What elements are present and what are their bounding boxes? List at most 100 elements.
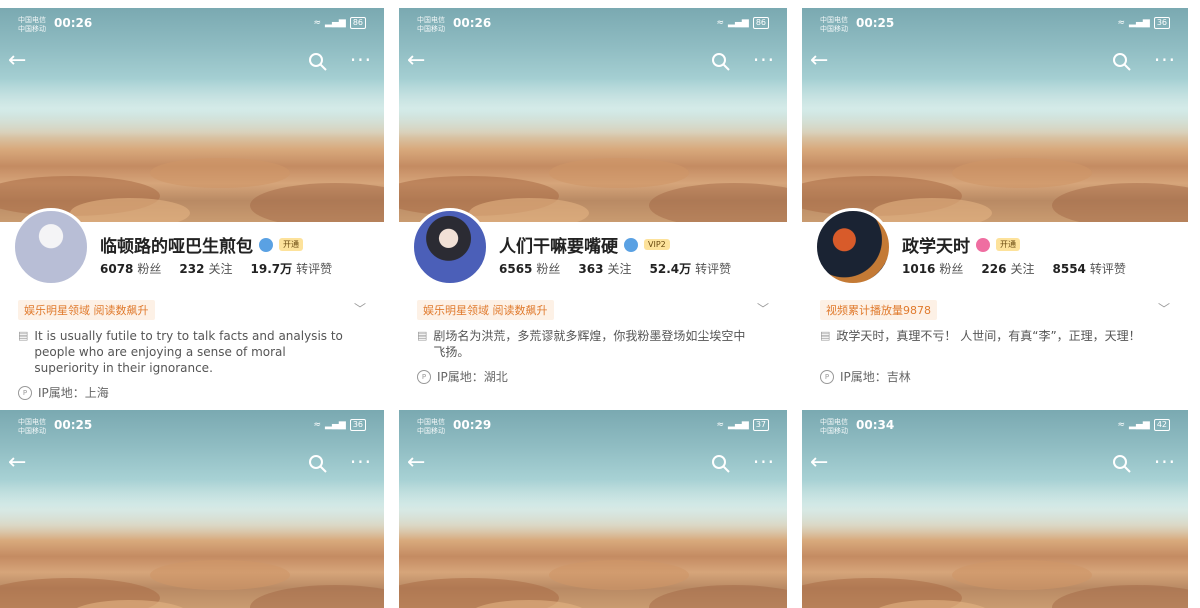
search-icon[interactable] [308, 454, 328, 474]
bio: ▤ 政学天时，真理不亏！ 人世间，有真“李”，正理，天理！ [820, 328, 1158, 344]
verified-icon [259, 237, 273, 252]
wifi-icon: ≈ [313, 420, 322, 430]
follow-stat[interactable]: 363 关注 [578, 260, 631, 277]
more-icon[interactable]: ··· [350, 450, 372, 474]
likes-stat[interactable]: 8554 转评赞 [1053, 260, 1126, 277]
system-icons: ≈ ▂▄▆ 36 [313, 419, 366, 431]
top-nav: ← ··· [802, 48, 1188, 78]
system-icons: ≈ ▂▄▆ 36 [1117, 17, 1170, 29]
back-arrow-icon[interactable]: ← [8, 452, 26, 474]
bio: ▤ It is usually futile to try to talk fac… [18, 328, 354, 376]
signal-icon: ▂▄▆ [325, 18, 346, 28]
top-nav: ← ··· [399, 450, 787, 480]
profile-name: 政学天时 [902, 237, 970, 257]
back-arrow-icon[interactable]: ← [810, 452, 828, 474]
avatar[interactable] [814, 208, 892, 286]
ip-location: P IP属地：吉林 [820, 368, 911, 385]
wifi-icon: ≈ [716, 420, 725, 430]
top-nav: ← ··· [399, 48, 787, 78]
system-icons: ≈ ▂▄▆ 37 [716, 419, 769, 431]
document-icon: ▤ [820, 329, 831, 342]
profile-screen-5: 中国电信 中国移动 00:29 ≈ ▂▄▆ 37 ← ··· [399, 410, 787, 608]
signal-icon: ▂▄▆ [1129, 420, 1150, 430]
vip-badge[interactable]: VIP2 [644, 239, 670, 250]
status-time: 00:26 [54, 16, 93, 30]
profile-screen-1: 中国电信 中国移动 00:26 ≈ ▂▄▆ 86 ← ··· 临顿路的哑巴生煎包 开通… [0, 8, 384, 406]
bio-text: It is usually futile to try to talk fact… [34, 329, 343, 375]
chevron-down-icon[interactable]: ﹀ [757, 300, 769, 317]
beach-banner [802, 8, 1188, 228]
back-arrow-icon[interactable]: ← [810, 50, 828, 72]
back-arrow-icon[interactable]: ← [407, 452, 425, 474]
location-icon: P [417, 369, 431, 384]
screenshot-grid: 中国电信 中国移动 00:26 ≈ ▂▄▆ 86 ← ··· 临顿路的哑巴生煎包 开通… [0, 0, 1200, 608]
more-icon[interactable]: ··· [753, 450, 775, 474]
chevron-down-icon[interactable]: ﹀ [354, 300, 366, 317]
back-arrow-icon[interactable]: ← [8, 50, 26, 72]
top-nav: ← ··· [0, 450, 384, 480]
signal-icon: ▂▄▆ [728, 18, 749, 28]
ip-location: P IP属地：上海 [18, 384, 109, 401]
profile-screen-2: 中国电信 中国移动 00:26 ≈ ▂▄▆ 86 ← ··· 人们干嘛要嘴硬 VIP2… [399, 8, 787, 406]
status-bar: 中国电信 中国移动 00:26 ≈ ▂▄▆ 86 [16, 14, 368, 36]
fans-stat[interactable]: 1016 粉丝 [902, 260, 963, 277]
profile-stats: 6565 粉丝 363 关注 52.4万 转评赞 [499, 260, 731, 277]
status-bar: 中国电信 中国移动 00:25 ≈ ▂▄▆ 36 [818, 14, 1172, 36]
profile-card: 临顿路的哑巴生煎包 开通 6078 粉丝 232 关注 19.7万 转评赞 娱乐明星领… [0, 208, 384, 406]
search-icon[interactable] [1112, 454, 1132, 474]
signal-icon: ▂▄▆ [1129, 18, 1150, 28]
beach-banner [399, 410, 787, 608]
more-icon[interactable]: ··· [1154, 450, 1176, 474]
battery-icon: 86 [752, 17, 769, 29]
name-row: 人们干嘛要嘴硬 VIP2 [499, 232, 670, 257]
search-icon[interactable] [711, 454, 731, 474]
follow-stat[interactable]: 226 关注 [981, 260, 1034, 277]
follow-stat[interactable]: 232 关注 [179, 260, 232, 277]
status-bar: 中国电信 中国移动 00:26 ≈ ▂▄▆ 86 [415, 14, 771, 36]
search-icon[interactable] [308, 52, 328, 72]
avatar[interactable] [411, 208, 489, 286]
status-time: 00:29 [453, 418, 492, 432]
likes-stat[interactable]: 52.4万 转评赞 [650, 260, 732, 277]
chevron-down-icon[interactable]: ﹀ [1158, 300, 1170, 317]
carrier-text: 中国电信 中国移动 [417, 16, 445, 33]
verified-icon [624, 237, 638, 252]
status-bar: 中国电信 中国移动 00:34 ≈ ▂▄▆ 42 [818, 416, 1172, 438]
wifi-icon: ≈ [716, 18, 725, 28]
beach-banner [0, 8, 384, 228]
document-icon: ▤ [18, 329, 29, 342]
profile-screen-4: 中国电信 中国移动 00:25 ≈ ▂▄▆ 36 ← ··· [0, 410, 384, 608]
signal-icon: ▂▄▆ [728, 420, 749, 430]
vip-badge[interactable]: 开通 [996, 238, 1020, 251]
fans-stat[interactable]: 6565 粉丝 [499, 260, 560, 277]
fans-stat[interactable]: 6078 粉丝 [100, 260, 161, 277]
profile-name: 临顿路的哑巴生煎包 [100, 237, 253, 257]
profile-name: 人们干嘛要嘴硬 [499, 237, 618, 257]
achievement-tag[interactable]: 娱乐明星领域 阅读数飙升 [417, 300, 554, 320]
status-time: 00:25 [54, 418, 93, 432]
search-icon[interactable] [711, 52, 731, 72]
profile-stats: 6078 粉丝 232 关注 19.7万 转评赞 [100, 260, 332, 277]
top-nav: ← ··· [0, 48, 384, 78]
location-icon: P [18, 385, 32, 400]
beach-banner [0, 410, 384, 608]
more-icon[interactable]: ··· [350, 48, 372, 72]
system-icons: ≈ ▂▄▆ 42 [1118, 419, 1170, 431]
likes-stat[interactable]: 19.7万 转评赞 [251, 260, 333, 277]
status-time: 00:26 [453, 16, 492, 30]
back-arrow-icon[interactable]: ← [407, 50, 425, 72]
system-icons: ≈ ▂▄▆ 86 [716, 17, 769, 29]
more-icon[interactable]: ··· [1154, 48, 1176, 72]
beach-banner [802, 410, 1188, 608]
name-row: 政学天时 开通 [902, 232, 1020, 257]
battery-icon: 86 [349, 17, 366, 29]
wifi-icon: ≈ [313, 18, 322, 28]
status-bar: 中国电信 中国移动 00:25 ≈ ▂▄▆ 36 [16, 416, 368, 438]
vip-badge[interactable]: 开通 [279, 238, 303, 251]
search-icon[interactable] [1112, 52, 1132, 72]
wifi-icon: ≈ [1117, 18, 1126, 28]
more-icon[interactable]: ··· [753, 48, 775, 72]
avatar[interactable] [12, 208, 90, 286]
achievement-tag[interactable]: 视频累计播放量9878 [820, 300, 937, 320]
achievement-tag[interactable]: 娱乐明星领域 阅读数飙升 [18, 300, 155, 320]
